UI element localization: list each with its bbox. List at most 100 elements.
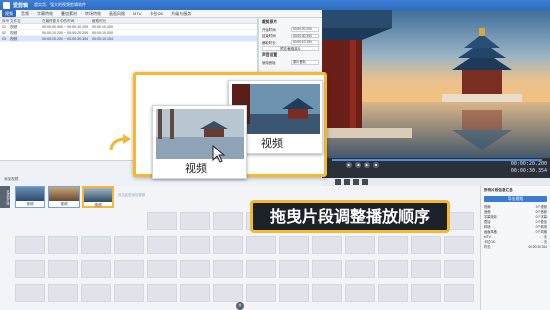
- empty-clip-slot[interactable]: [15, 236, 45, 254]
- summary-title: 所有片段信息汇总: [484, 188, 513, 192]
- snapshot-icon[interactable]: [353, 179, 359, 185]
- menu-karaoke[interactable]: 卡拉OK: [146, 10, 166, 17]
- timeline-clip[interactable]: 视频: [48, 186, 80, 208]
- empty-clip-slot[interactable]: [114, 236, 144, 254]
- empty-clip-slot[interactable]: [312, 284, 342, 302]
- summary-value: 00:00:30.354: [528, 245, 547, 249]
- empty-clip-slot[interactable]: [279, 260, 309, 278]
- empty-clip-slot[interactable]: [180, 284, 210, 302]
- export-button[interactable]: 导出视频: [484, 196, 547, 202]
- empty-clip-slot[interactable]: [48, 284, 78, 302]
- menu-styles[interactable]: 画面风格: [106, 10, 128, 17]
- empty-clip-slot[interactable]: [213, 284, 243, 302]
- clip-card-front-image: [156, 109, 244, 159]
- empty-clip-slot[interactable]: [213, 212, 243, 230]
- empty-clip-slot[interactable]: [147, 236, 177, 254]
- empty-clip-slot[interactable]: [15, 284, 45, 302]
- menu-subtitles[interactable]: 字幕特效: [34, 10, 56, 17]
- empty-clip-slot[interactable]: [114, 284, 144, 302]
- menu-mtv[interactable]: MTV: [130, 10, 144, 17]
- curved-arrow-icon: [109, 134, 131, 151]
- clip-card-front-label: 视频: [185, 163, 207, 175]
- empty-clip-slot[interactable]: [81, 260, 111, 278]
- empty-clip-slot[interactable]: [180, 212, 210, 230]
- empty-clip-slot[interactable]: [444, 236, 474, 254]
- timeline-clip-dragging[interactable]: 视频: [82, 186, 114, 208]
- trim-title: 裁剪原片: [262, 20, 278, 24]
- next-frame-icon[interactable]: ▶: [364, 162, 370, 168]
- col-time: 在最终影片中的时间: [42, 19, 75, 23]
- menu-audio[interactable]: 音频: [18, 10, 32, 17]
- empty-clip-slot[interactable]: [312, 236, 342, 254]
- empty-clip-slot[interactable]: [312, 260, 342, 278]
- menu-upgrade[interactable]: 升级与服务: [168, 10, 194, 17]
- empty-clip-slot[interactable]: [246, 284, 276, 302]
- row-name: 视频: [10, 25, 18, 29]
- row-num: 02: [2, 31, 6, 35]
- col-dur: 截取时长: [92, 19, 107, 23]
- empty-clip-slot[interactable]: [180, 236, 210, 254]
- empty-clip-slot[interactable]: [147, 284, 177, 302]
- empty-clip-slot[interactable]: [279, 236, 309, 254]
- row-time: 00:00:20.200 ~ 00:00:30.354: [42, 37, 89, 41]
- empty-clip-slot[interactable]: [81, 284, 111, 302]
- stop-icon[interactable]: ■: [373, 162, 379, 168]
- menu-video[interactable]: 视频: [2, 10, 16, 17]
- app-icon: [3, 1, 10, 9]
- empty-clip-slot[interactable]: [378, 236, 408, 254]
- summary-panel: 所有片段信息汇总 导出视频 视频: 3个视频 音频: 0个音频 字幕特效: 0个字幕 …: [480, 186, 550, 310]
- row-dur: 00:00:10.200: [92, 25, 113, 29]
- video-preview[interactable]: [322, 10, 550, 160]
- timeline-tab[interactable]: 已添加片段: [0, 186, 10, 208]
- add-video-label[interactable]: 添加视频: [4, 177, 18, 182]
- empty-clip-slot[interactable]: [411, 284, 441, 302]
- preview-trim-button[interactable]: 预览/截取原片: [262, 46, 319, 52]
- empty-clip-slot[interactable]: [180, 260, 210, 278]
- empty-clip-slot[interactable]: [279, 284, 309, 302]
- start-time-field[interactable]: 00:00:20.200: [291, 27, 319, 32]
- add-clip-placeholder[interactable]: 双击此处添加视频: [118, 192, 148, 197]
- sound-track-select[interactable]: 原片音轨: [291, 60, 319, 65]
- clip-thumbnail: [49, 187, 79, 201]
- play-icon[interactable]: ▶: [346, 162, 352, 168]
- trim-panel: 裁剪原片 开始时间: 00:00:20.200 结束时间: 00:00:30.354…: [258, 18, 322, 78]
- close-icon[interactable]: ×: [236, 302, 244, 310]
- empty-clip-slot[interactable]: [411, 236, 441, 254]
- empty-clip-slot[interactable]: [114, 260, 144, 278]
- timeline-clip[interactable]: 视频: [15, 186, 45, 208]
- empty-clip-slot[interactable]: [213, 236, 243, 254]
- menu-overlay[interactable]: 叠加素材: [58, 10, 80, 17]
- app-subtitle: 超实用、强大的视频剪辑软件: [34, 2, 87, 7]
- duration-field[interactable]: 00:00:10.154: [291, 40, 319, 45]
- tip-banner: 拖曳片段调整播放顺序: [250, 200, 450, 233]
- empty-clip-slot[interactable]: [81, 236, 111, 254]
- empty-clip-slot[interactable]: [378, 260, 408, 278]
- empty-clip-slot[interactable]: [48, 260, 78, 278]
- main-menu: 视频 音频 字幕特效 叠加素材 转场特效 画面风格 MTV 卡拉OK 升级与服务: [0, 10, 322, 18]
- crop-icon[interactable]: [335, 179, 341, 185]
- empty-clip-slot[interactable]: [345, 236, 375, 254]
- menu-transitions[interactable]: 转场特效: [82, 10, 104, 17]
- row-num: 03: [2, 37, 6, 41]
- clip-card-back-label: 视频: [261, 138, 283, 150]
- empty-clip-slot[interactable]: [213, 260, 243, 278]
- empty-clip-slot[interactable]: [345, 284, 375, 302]
- empty-clip-slot[interactable]: [444, 260, 474, 278]
- split-icon[interactable]: [344, 179, 350, 185]
- clip-label: 视频: [60, 202, 68, 206]
- empty-clip-slot[interactable]: [345, 260, 375, 278]
- empty-clip-slot[interactable]: [378, 284, 408, 302]
- empty-clip-slot[interactable]: [147, 260, 177, 278]
- list-row-selected[interactable]: 03 视频 00:00:20.200 ~ 00:00:30.354 00:00:…: [0, 36, 257, 42]
- empty-clip-slot[interactable]: [48, 236, 78, 254]
- end-time-field[interactable]: 00:00:30.354: [291, 33, 319, 39]
- empty-clip-slot[interactable]: [246, 236, 276, 254]
- empty-clip-slot[interactable]: [411, 260, 441, 278]
- share-icon[interactable]: [362, 179, 368, 185]
- empty-clip-slot[interactable]: [246, 260, 276, 278]
- empty-clip-slot[interactable]: [15, 260, 45, 278]
- empty-clip-slot[interactable]: [444, 284, 474, 302]
- row-name: 视频: [10, 31, 18, 35]
- prev-frame-icon[interactable]: ◀: [355, 162, 361, 168]
- empty-clip-slot[interactable]: [147, 212, 177, 230]
